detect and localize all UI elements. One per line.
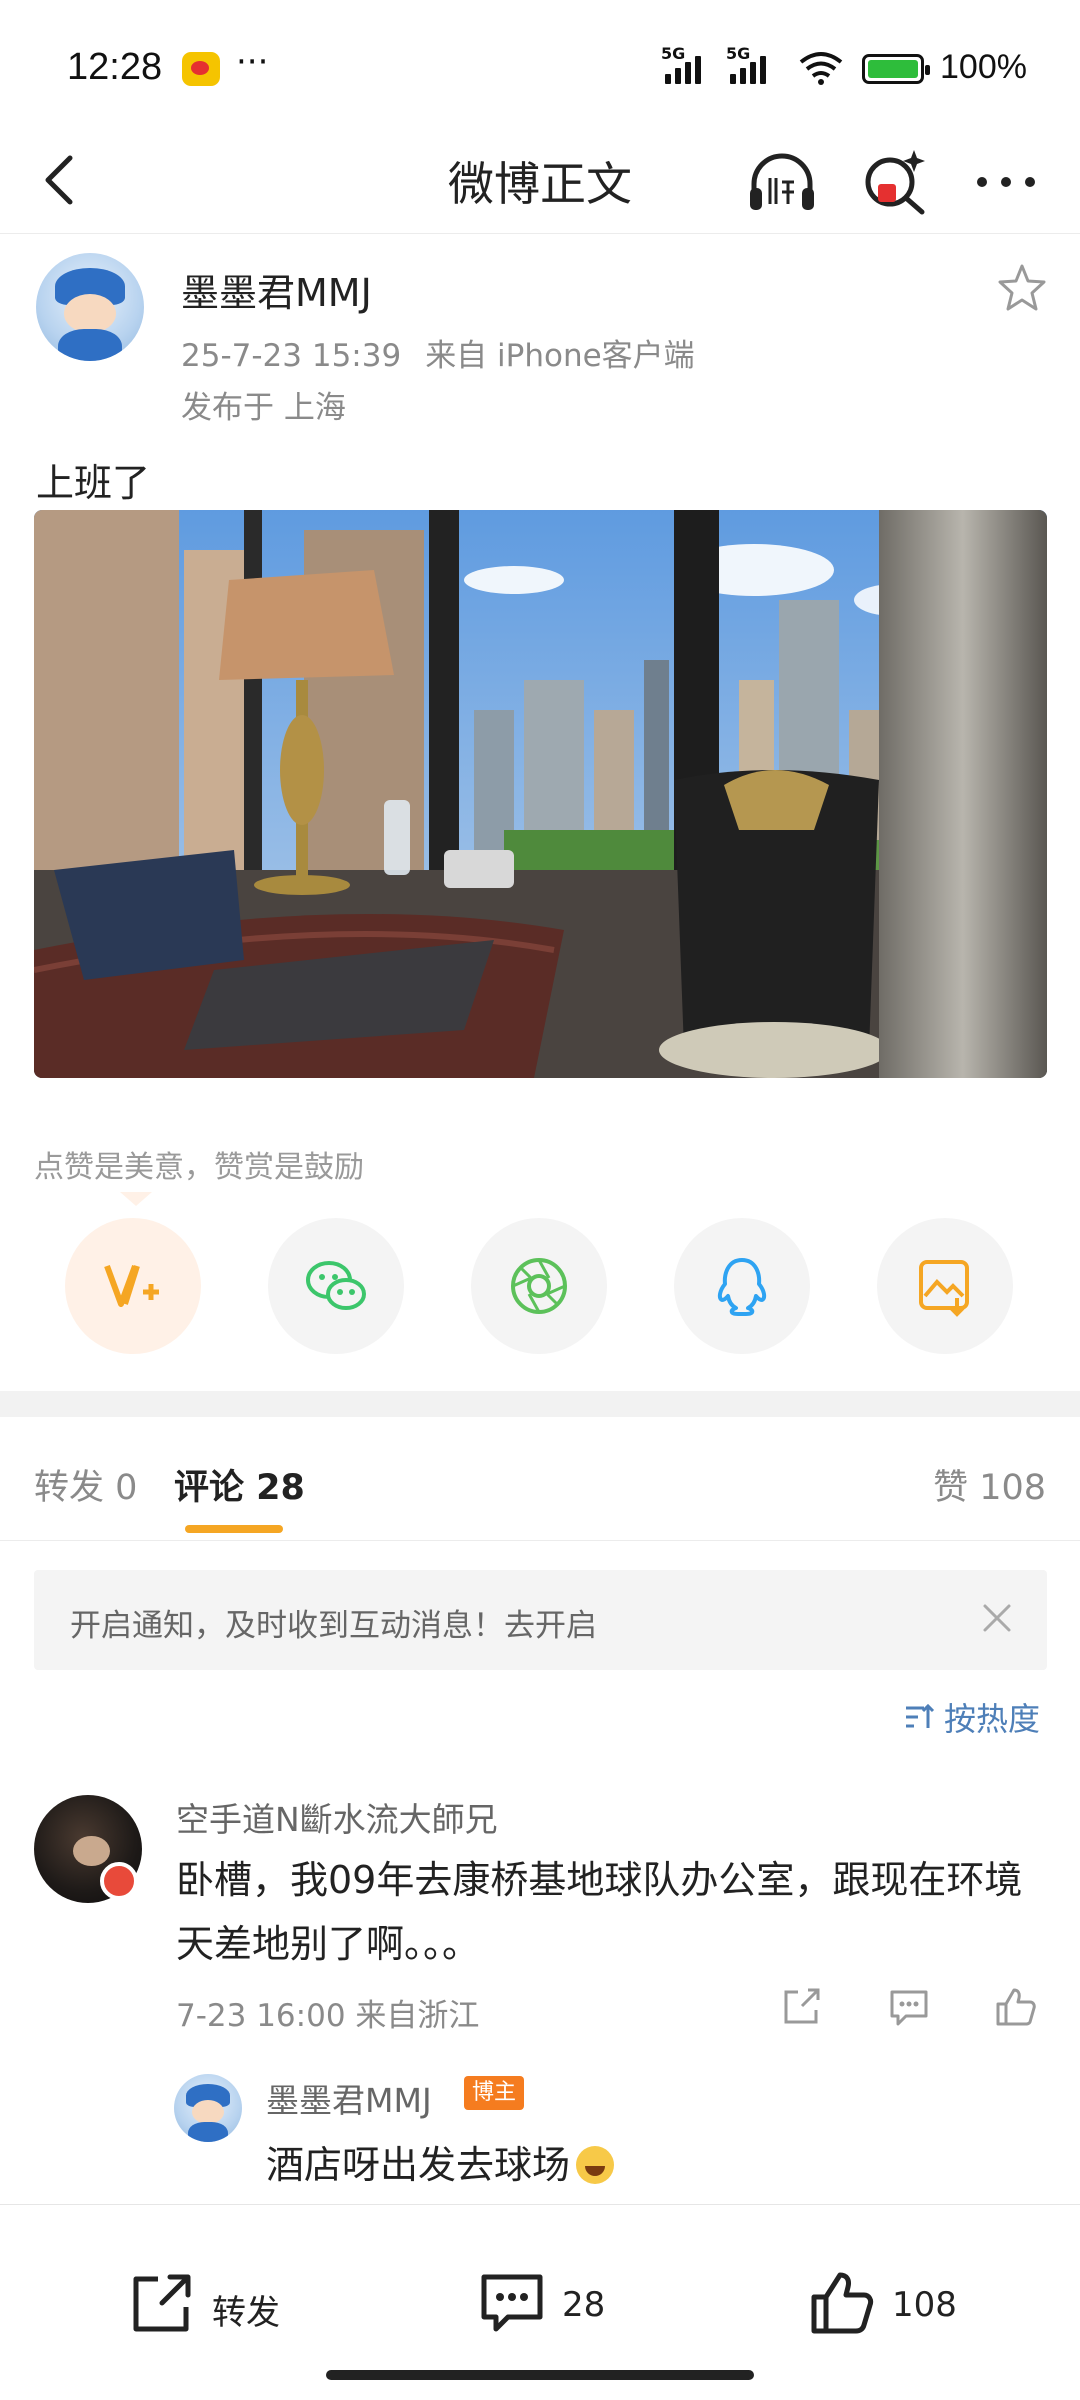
office-window-photo xyxy=(34,510,1047,1078)
top-nav: 微博正文 xyxy=(0,130,1080,234)
repost-label: 转发 xyxy=(212,2293,280,2333)
repost-icon xyxy=(133,2274,191,2332)
comment-count: 28 xyxy=(562,2285,606,2325)
status-bar: 12:28 ··· 5G 5G 100% xyxy=(0,0,1080,130)
battery-icon xyxy=(862,54,930,84)
reply-author-name[interactable]: 墨墨君MMJ xyxy=(266,2074,432,2122)
signal-icon-2: 5G xyxy=(726,44,766,84)
sort-by-hot[interactable]: 按热度 xyxy=(944,1694,1040,1740)
comment-reply-icon[interactable] xyxy=(884,1982,934,2032)
thumbs-up-icon xyxy=(811,2272,874,2334)
battery-percent: 100% xyxy=(940,48,1027,86)
author-badge: 博主 xyxy=(464,2076,525,2110)
save-image-button[interactable] xyxy=(877,1218,1013,1354)
share-wechat-button[interactable] xyxy=(268,1218,404,1354)
status-time: 12:28 xyxy=(67,46,163,88)
author-avatar[interactable] xyxy=(36,253,144,361)
post-text: 上班了 xyxy=(36,461,151,505)
share-moments-button[interactable] xyxy=(471,1218,607,1354)
section-divider xyxy=(0,1391,1080,1417)
vplus-icon xyxy=(104,1264,159,1307)
comment-share-icon[interactable] xyxy=(776,1982,826,2032)
verified-badge xyxy=(100,1862,138,1900)
status-more: ··· xyxy=(236,42,269,82)
close-icon[interactable] xyxy=(977,1598,1017,1638)
signal-icon: 5G xyxy=(661,44,701,84)
tab-like[interactable]: 赞 108 xyxy=(933,1459,1046,1510)
favorite-star-icon[interactable] xyxy=(996,262,1048,314)
tab-repost[interactable]: 转发 0 xyxy=(34,1459,137,1510)
like-count: 108 xyxy=(892,2285,957,2325)
post-image[interactable] xyxy=(34,510,1047,1078)
wifi-icon xyxy=(799,52,843,85)
qq-icon xyxy=(717,1258,767,1316)
save-image-icon xyxy=(919,1260,969,1317)
tab-comment[interactable]: 评论 28 xyxy=(174,1459,305,1510)
comment-text: 卧槽，我09年去康桥基地球队办公室，跟现在环境天差地别了啊。。。 xyxy=(176,1858,1023,1966)
notification-text[interactable]: 开启通知，及时收到互动消息！去开启 xyxy=(70,1600,597,1645)
comment-meta: 7-23 16:00 来自浙江 xyxy=(176,1998,480,2034)
selection-caret xyxy=(120,1192,152,1206)
home-indicator[interactable] xyxy=(326,2370,754,2380)
active-tab-indicator xyxy=(185,1525,283,1533)
sort-icon[interactable] xyxy=(902,1700,936,1734)
commenter-name[interactable]: 空手道N斷水流大師兄 xyxy=(176,1793,498,1841)
post-source: 来自 iPhone客户端 xyxy=(425,338,695,374)
share-qq-button[interactable] xyxy=(674,1218,810,1354)
notification-banner[interactable]: 开启通知，及时收到互动消息！去开启 xyxy=(34,1570,1047,1670)
wechat-icon xyxy=(306,1261,366,1310)
more-icon[interactable] xyxy=(966,142,1046,222)
comment-like-icon[interactable] xyxy=(990,1982,1040,2032)
vplus-reward-button[interactable] xyxy=(65,1218,201,1354)
reply-author-avatar[interactable] xyxy=(174,2074,242,2142)
encourage-text: 点赞是美意，赞赏是鼓励 xyxy=(34,1150,364,1185)
interaction-tabs: 转发 0 评论 28 赞 108 xyxy=(0,1417,1080,1541)
post-date: 25-7-23 15:39 xyxy=(181,338,402,374)
headphones-icon[interactable] xyxy=(742,142,822,222)
moments-icon xyxy=(511,1258,567,1314)
post-meta: 25-7-23 15:39 来自 iPhone客户端 xyxy=(181,330,695,375)
magic-search-icon[interactable] xyxy=(856,142,936,222)
post-location: 发布于 上海 xyxy=(181,390,346,426)
laugh-emoji-icon xyxy=(576,2146,615,2184)
comment-icon xyxy=(481,2274,543,2332)
share-row xyxy=(0,1218,1080,1358)
reply-text: 酒店呀出发去球场 xyxy=(266,2134,615,2189)
author-name[interactable]: 墨墨君MMJ xyxy=(181,262,372,317)
weibo-notification-icon xyxy=(182,52,220,86)
